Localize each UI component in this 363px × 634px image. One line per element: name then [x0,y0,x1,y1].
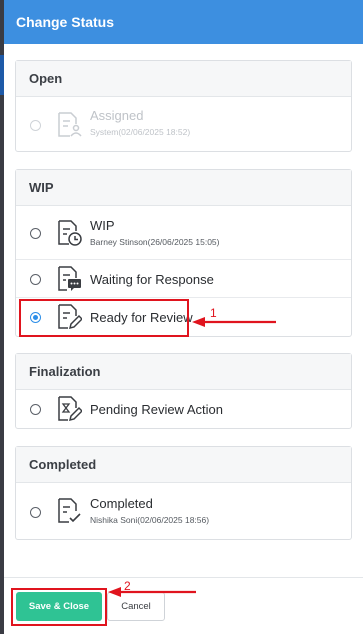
annotation-highlight-2 [11,588,107,626]
radio-waiting-for-response[interactable] [30,274,41,285]
annotation-arrow-1 [192,317,276,327]
option-text: Pending Review Action [90,402,223,417]
status-option-waiting-for-response[interactable]: Waiting for Response [16,261,351,298]
status-group-completed: Completed Completed Nishika Soni(02/06/2… [15,446,352,540]
dialog-header: Change Status [4,0,363,44]
chat-document-icon [58,266,81,291]
status-group-open: Open Assigned System(02/06/2025 18:52) [15,60,352,152]
clock-document-icon [58,220,82,246]
option-text: Waiting for Response [90,272,214,287]
radio-assigned [30,120,41,131]
group-title: Open [16,61,351,97]
option-label: Waiting for Response [90,272,214,287]
status-group-finalization: Finalization Pending Review Action [15,353,352,429]
annotation-arrow-2 [108,587,196,597]
option-label: Completed [90,496,153,511]
radio-pending-review-action[interactable] [30,404,41,415]
hourglass-edit-document-icon [58,396,82,422]
option-meta: Nishika Soni(02/06/2025 18:56) [90,515,210,525]
radio-wip[interactable] [30,228,41,239]
option-text: Assigned System(02/06/2025 18:52) [90,108,190,137]
assign-user-icon [58,112,82,137]
status-option-completed[interactable]: Completed Nishika Soni(02/06/2025 18:56) [16,484,351,540]
option-label: Assigned [90,108,144,123]
group-title: Completed [16,447,351,483]
option-meta: Barney Stinson(26/06/2025 15:05) [90,237,220,247]
annotation-highlight-1 [19,299,189,337]
option-label: Pending Review Action [90,402,223,417]
check-document-icon [58,498,81,523]
group-title: WIP [16,170,351,206]
dialog-title: Change Status [16,14,115,30]
group-title: Finalization [16,354,351,390]
status-option-wip[interactable]: WIP Barney Stinson(26/06/2025 15:05) [16,207,351,260]
option-text: WIP Barney Stinson(26/06/2025 15:05) [90,218,219,247]
status-option-pending-review-action[interactable]: Pending Review Action [16,391,351,429]
radio-completed[interactable] [30,507,41,518]
status-option-assigned: Assigned System(02/06/2025 18:52) [16,98,351,152]
option-meta: System(02/06/2025 18:52) [90,127,191,137]
option-label: WIP [90,218,115,233]
option-text: Completed Nishika Soni(02/06/2025 18:56) [90,496,209,525]
